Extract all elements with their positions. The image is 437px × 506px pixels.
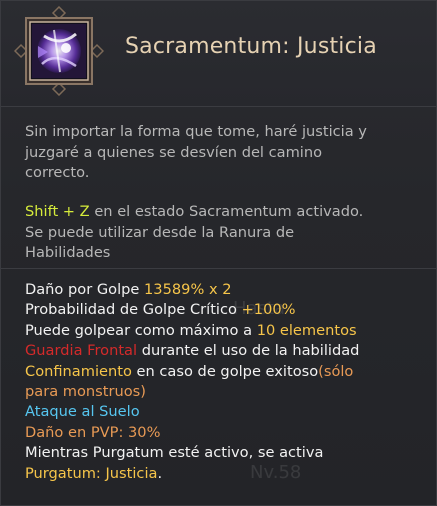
guard-text: durante el uso de la habilidad bbox=[137, 342, 360, 360]
tooltip-header: Sacramentum: Justicia bbox=[1, 1, 436, 106]
purgatum-end: . bbox=[157, 464, 163, 482]
crit-value: +100% bbox=[241, 301, 296, 319]
skill-stats: Daño por Golpe 13589% x 2 Probabilidad d… bbox=[25, 280, 425, 484]
condition-line: Habilidades bbox=[25, 244, 111, 261]
guard-effect: Guardia Frontal bbox=[25, 342, 138, 360]
skill-description: Sin importar la forma que tome, haré jus… bbox=[25, 122, 425, 184]
condition-text: en el estado Sacramentum activado. bbox=[89, 203, 364, 220]
purgatum-skill: Purgatum: Justicia bbox=[25, 464, 158, 482]
condition-line: Se puede utilizar desde la Ranura de bbox=[25, 223, 295, 241]
max-hit-value: 10 elementos bbox=[256, 321, 357, 339]
confine-note: para monstruos) bbox=[25, 383, 146, 401]
stats-divider bbox=[1, 268, 436, 269]
damage-value: 13589% x 2 bbox=[144, 281, 232, 298]
pvp-damage: Daño en PVP: 30% bbox=[25, 423, 161, 441]
header-divider bbox=[1, 106, 436, 107]
damage-label: Daño por Golpe bbox=[25, 281, 145, 298]
confine-effect: Confinamiento bbox=[25, 362, 132, 380]
usage-condition: Shift + Z en el estado Sacramentum activ… bbox=[25, 202, 425, 264]
skill-title: Sacramentum: Justicia bbox=[125, 34, 377, 59]
description-line: Sin importar la forma que tome, haré jus… bbox=[25, 123, 367, 140]
crit-label: Probabilidad de Golpe Crítico bbox=[25, 301, 242, 319]
ground-attack: Ataque al Suelo bbox=[25, 403, 140, 421]
skill-tooltip: Sacramentum: Justicia Hasta Nv.58 Sin im… bbox=[0, 0, 437, 506]
sacramentum-skill-icon bbox=[14, 6, 104, 96]
description-line: juzgaré a quienes se desvíen del camino bbox=[25, 143, 323, 161]
max-hit-label: Puede golpear como máximo a bbox=[25, 321, 257, 339]
confine-note: (sólo bbox=[318, 362, 354, 380]
purgatum-text: Mientras Purgatum esté activo, se activa bbox=[25, 444, 324, 462]
confine-text: en caso de golpe exitoso bbox=[131, 362, 319, 380]
hotkey: Shift + Z bbox=[25, 203, 90, 220]
description-line: correcto. bbox=[25, 164, 90, 181]
